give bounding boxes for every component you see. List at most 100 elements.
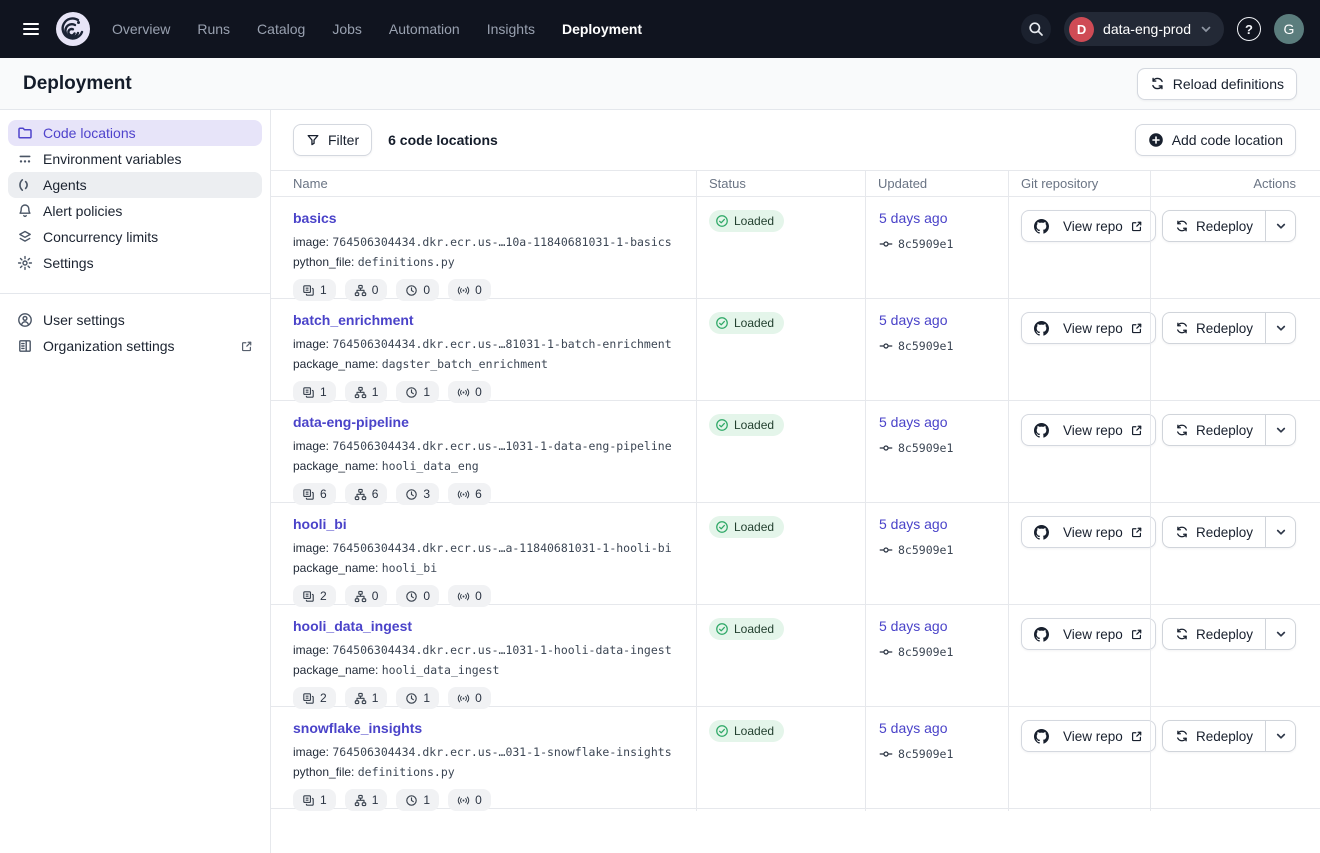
meta-line: package_name: dagster_batch_enrichment [293, 355, 680, 373]
redeploy-dropdown-button[interactable] [1265, 313, 1295, 343]
avatar[interactable]: G [1274, 14, 1304, 44]
redeploy-button[interactable]: Redeploy [1163, 211, 1265, 241]
redeploy-dropdown-button[interactable] [1265, 211, 1295, 241]
updated-link[interactable]: 5 days ago [879, 516, 948, 532]
view-repo-button[interactable]: View repo [1021, 210, 1156, 242]
external-link-icon [1130, 526, 1143, 539]
commit-line: 8c5909e1 [879, 645, 1008, 659]
updated-cell: 5 days ago 8c5909e1 [865, 401, 1008, 505]
status-cell: Loaded [696, 605, 865, 709]
updated-link[interactable]: 5 days ago [879, 618, 948, 634]
schedules-badge: 0 [396, 585, 439, 607]
refresh-icon [1175, 627, 1189, 641]
updated-cell: 5 days ago 8c5909e1 [865, 197, 1008, 301]
column-header-name: Name [271, 171, 696, 196]
jobs-badge: 6 [293, 483, 336, 505]
code-location-link[interactable]: basics [293, 210, 337, 226]
redeploy-dropdown-button[interactable] [1265, 721, 1295, 751]
nav-jobs[interactable]: Jobs [332, 21, 362, 37]
redeploy-button[interactable]: Redeploy [1163, 517, 1265, 547]
commit-icon [879, 339, 893, 353]
redeploy-dropdown-button[interactable] [1265, 415, 1295, 445]
agents-icon [17, 177, 33, 193]
image-line: image: 764506304434.dkr.ecr.us-…a-118406… [293, 539, 680, 557]
view-repo-label: View repo [1063, 219, 1123, 234]
plus-circle-icon [1148, 132, 1164, 148]
redeploy-button[interactable]: Redeploy [1163, 415, 1265, 445]
external-link-icon [1130, 628, 1143, 641]
check-circle-icon [715, 622, 729, 636]
view-repo-button[interactable]: View repo [1021, 414, 1156, 446]
view-repo-button[interactable]: View repo [1021, 312, 1156, 344]
add-code-location-button[interactable]: Add code location [1135, 124, 1296, 156]
external-link-icon [1130, 220, 1143, 233]
reload-icon [1150, 76, 1165, 91]
sidebar-item-agents[interactable]: Agents [8, 172, 262, 198]
page-title: Deployment [23, 73, 132, 95]
nav-overview[interactable]: Overview [112, 21, 170, 37]
view-repo-label: View repo [1063, 423, 1123, 438]
chevron-down-icon [1275, 220, 1287, 232]
nav-automation[interactable]: Automation [389, 21, 460, 37]
chevron-down-icon [1275, 628, 1287, 640]
view-repo-button[interactable]: View repo [1021, 720, 1156, 752]
nav-catalog[interactable]: Catalog [257, 21, 305, 37]
redeploy-button[interactable]: Redeploy [1163, 313, 1265, 343]
help-icon[interactable]: ? [1237, 17, 1261, 41]
repo-cell: View repo [1008, 605, 1150, 709]
sidebar-item-alert-policies[interactable]: Alert policies [8, 198, 262, 224]
clock-icon [405, 284, 418, 297]
commit-icon [879, 237, 893, 251]
redeploy-button[interactable]: Redeploy [1163, 721, 1265, 751]
code-location-link[interactable]: snowflake_insights [293, 720, 422, 736]
image-line: image: 764506304434.dkr.ecr.us-…81031-1-… [293, 335, 680, 353]
repo-cell: View repo [1008, 299, 1150, 403]
asset-graph-badge: 0 [345, 585, 388, 607]
schedules-badge: 1 [396, 789, 439, 811]
image-line: image: 764506304434.dkr.ecr.us-…1031-1-h… [293, 641, 680, 659]
updated-link[interactable]: 5 days ago [879, 210, 948, 226]
redeploy-label: Redeploy [1196, 627, 1253, 642]
sidebar-item-environment-variables[interactable]: Environment variables [8, 146, 262, 172]
code-location-link[interactable]: data-eng-pipeline [293, 414, 409, 430]
reload-definitions-button[interactable]: Reload definitions [1137, 68, 1297, 100]
updated-link[interactable]: 5 days ago [879, 720, 948, 736]
view-repo-label: View repo [1063, 729, 1123, 744]
nav-runs[interactable]: Runs [197, 21, 230, 37]
redeploy-dropdown-button[interactable] [1265, 619, 1295, 649]
sensor-icon [457, 488, 470, 501]
deployment-switcher[interactable]: D data-eng-prod [1064, 12, 1224, 46]
redeploy-button[interactable]: Redeploy [1163, 619, 1265, 649]
sensors-badge: 0 [448, 279, 491, 301]
code-location-link[interactable]: hooli_bi [293, 516, 347, 532]
updated-link[interactable]: 5 days ago [879, 414, 948, 430]
sidebar-item-concurrency-limits[interactable]: Concurrency limits [8, 224, 262, 250]
sidebar-item-settings[interactable]: Settings [8, 250, 262, 276]
actions-cell: Redeploy [1150, 605, 1319, 709]
updated-link[interactable]: 5 days ago [879, 312, 948, 328]
menu-icon[interactable] [14, 12, 48, 46]
code-location-link[interactable]: batch_enrichment [293, 312, 414, 328]
code-location-link[interactable]: hooli_data_ingest [293, 618, 412, 634]
actions-cell: Redeploy [1150, 401, 1319, 505]
nav-insights[interactable]: Insights [487, 21, 535, 37]
redeploy-dropdown-button[interactable] [1265, 517, 1295, 547]
actions-cell: Redeploy [1150, 707, 1319, 811]
repo-cell: View repo [1008, 401, 1150, 505]
view-repo-button[interactable]: View repo [1021, 516, 1156, 548]
refresh-icon [1175, 423, 1189, 437]
check-circle-icon [715, 316, 729, 330]
nav-deployment[interactable]: Deployment [562, 21, 642, 37]
commit-line: 8c5909e1 [879, 339, 1008, 353]
filter-button[interactable]: Filter [293, 124, 372, 156]
view-repo-button[interactable]: View repo [1021, 618, 1156, 650]
sidebar-item-code-locations[interactable]: Code locations [8, 120, 262, 146]
asset-graph-badge: 6 [345, 483, 388, 505]
search-icon[interactable] [1021, 14, 1051, 44]
repo-cell: View repo [1008, 503, 1150, 607]
sidebar-item-user-settings[interactable]: User settings [8, 307, 262, 333]
count-badges: 2 0 0 0 [293, 585, 680, 607]
sidebar-item-organization-settings[interactable]: Organization settings [8, 333, 262, 359]
layers-icon [17, 229, 33, 245]
updated-cell: 5 days ago 8c5909e1 [865, 605, 1008, 709]
